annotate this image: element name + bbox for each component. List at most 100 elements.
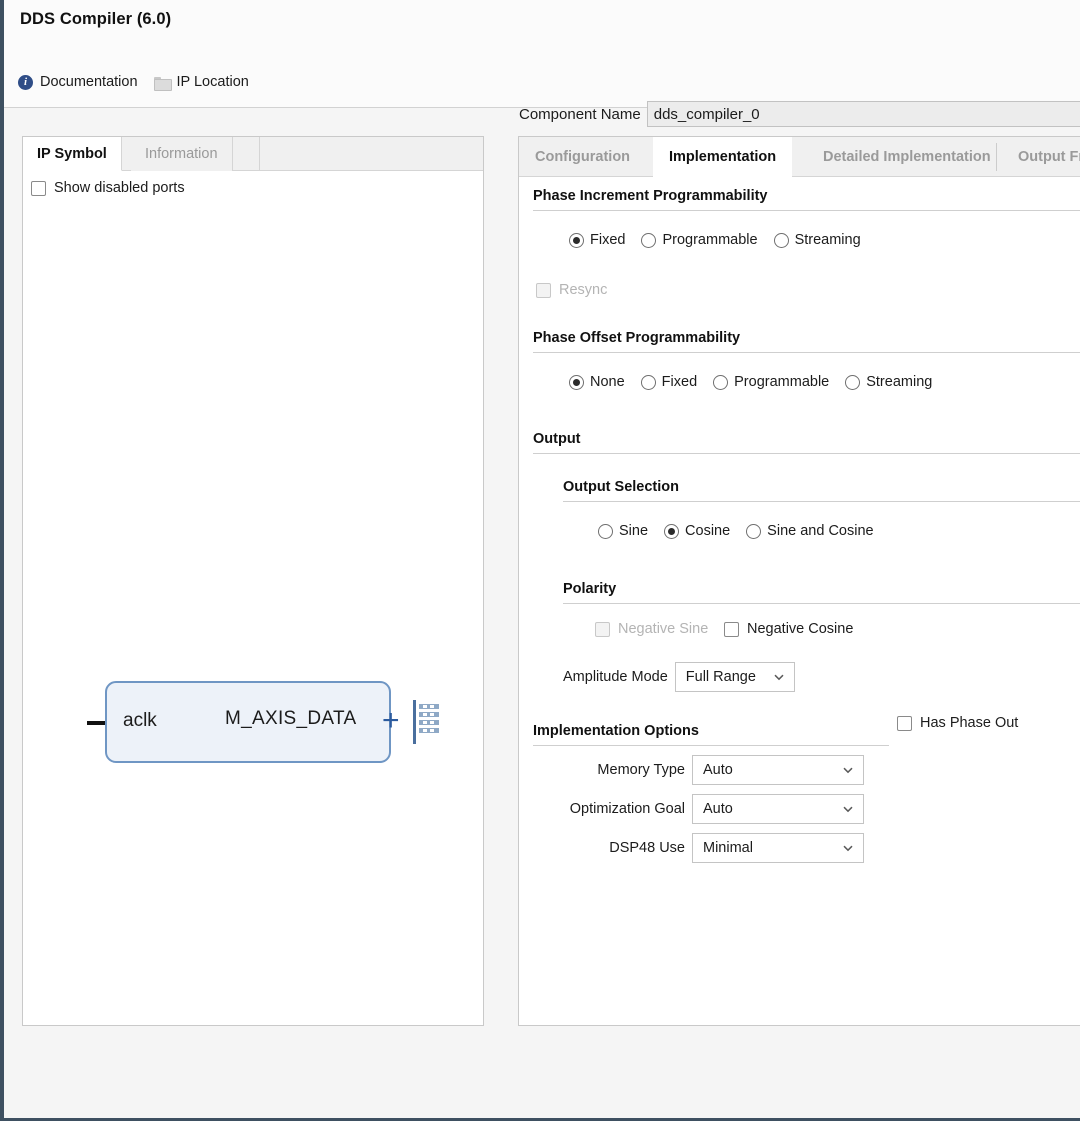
implementation-options-heading: Implementation Options [533, 723, 699, 739]
radio-output-sine-and-cosine[interactable]: Sine and Cosine [746, 523, 873, 539]
show-disabled-ports-row[interactable]: Show disabled ports [31, 180, 185, 196]
info-circle-icon: i [18, 75, 33, 90]
radio-dot-icon [598, 524, 613, 539]
aclk-wire [87, 721, 109, 725]
radio-phase-offset-none[interactable]: None [569, 374, 625, 390]
chevron-down-icon [842, 842, 854, 854]
radio-label: Fixed [662, 374, 697, 390]
polarity-heading: Polarity [563, 581, 616, 597]
radio-label: Sine [619, 523, 648, 539]
negative-sine-checkbox [595, 622, 610, 637]
has-phase-out-label: Has Phase Out [920, 715, 1018, 731]
radio-label: Streaming [866, 374, 932, 390]
tab-divider [996, 143, 997, 171]
radio-phase-offset-programmable[interactable]: Programmable [713, 374, 829, 390]
chevron-down-icon [773, 671, 785, 683]
config-tab-bar: Configuration Implementation Detailed Im… [519, 137, 1080, 177]
radio-dot-icon [569, 375, 584, 390]
symbol-port-aclk: aclk [123, 710, 157, 732]
dsp48-use-value: Minimal [703, 840, 753, 856]
documentation-link[interactable]: i Documentation [18, 74, 138, 90]
ip-location-link-label: IP Location [177, 74, 249, 90]
radio-dot-icon [845, 375, 860, 390]
radio-dot-icon [746, 524, 761, 539]
folder-icon [154, 76, 170, 89]
radio-phase-offset-fixed[interactable]: Fixed [641, 374, 697, 390]
radio-output-sine[interactable]: Sine [598, 523, 648, 539]
memory-type-value: Auto [703, 762, 733, 778]
radio-dot-icon [664, 524, 679, 539]
resync-row: Resync [536, 282, 607, 298]
radio-phase-increment-streaming[interactable]: Streaming [774, 232, 861, 248]
radio-dot-icon [774, 233, 789, 248]
documentation-link-label: Documentation [40, 74, 138, 90]
amplitude-mode-row: Amplitude Mode Full Range [563, 662, 795, 692]
radio-output-cosine[interactable]: Cosine [664, 523, 730, 539]
radio-label: Programmable [662, 232, 757, 248]
dsp48-use-dropdown[interactable]: Minimal [692, 833, 864, 863]
chevron-down-icon [842, 764, 854, 776]
dsp48-use-label: DSP48 Use [563, 840, 685, 856]
tab-configuration[interactable]: Configuration [519, 137, 646, 177]
output-heading: Output [533, 431, 581, 447]
ip-symbol-block [105, 681, 391, 763]
has-phase-out-row[interactable]: Has Phase Out [897, 715, 1018, 731]
optimization-goal-label: Optimization Goal [563, 801, 685, 817]
negative-sine-row: Negative Sine [595, 621, 708, 637]
output-selection-heading: Output Selection [563, 479, 679, 495]
phase-offset-rule [533, 352, 1080, 353]
show-disabled-ports-checkbox[interactable] [31, 181, 46, 196]
phase-offset-heading: Phase Offset Programmability [533, 330, 740, 346]
negative-cosine-checkbox[interactable] [724, 622, 739, 637]
tab-output-freq[interactable]: Output Freq [1002, 137, 1080, 177]
negative-cosine-row[interactable]: Negative Cosine [724, 621, 853, 637]
bus-interface-icon [413, 700, 439, 744]
memory-type-row: Memory Type Auto [563, 755, 864, 785]
radio-label: None [590, 374, 625, 390]
tab-bar-divider [259, 137, 260, 171]
radio-phase-increment-fixed[interactable]: Fixed [569, 232, 625, 248]
radio-phase-offset-streaming[interactable]: Streaming [845, 374, 932, 390]
amplitude-mode-dropdown[interactable]: Full Range [675, 662, 795, 692]
radio-label: Programmable [734, 374, 829, 390]
polarity-rule [563, 603, 1080, 604]
resync-label: Resync [559, 282, 607, 298]
optimization-goal-dropdown[interactable]: Auto [692, 794, 864, 824]
radio-phase-increment-programmable[interactable]: Programmable [641, 232, 757, 248]
radio-dot-icon [713, 375, 728, 390]
phase-increment-heading: Phase Increment Programmability [533, 188, 768, 204]
optimization-goal-value: Auto [703, 801, 733, 817]
phase-offset-radio-group: None Fixed Programmable Streaming [569, 374, 932, 390]
memory-type-dropdown[interactable]: Auto [692, 755, 864, 785]
dialog-body: IP Symbol Information Show disabled port… [4, 108, 1080, 1118]
page-title: DDS Compiler (6.0) [20, 10, 171, 29]
radio-dot-icon [569, 233, 584, 248]
optimization-goal-row: Optimization Goal Auto [563, 794, 864, 824]
tab-information[interactable]: Information [131, 137, 233, 171]
radio-dot-icon [641, 233, 656, 248]
chevron-down-icon [842, 803, 854, 815]
expand-bus-plus-icon[interactable]: + [382, 706, 400, 736]
radio-label: Streaming [795, 232, 861, 248]
phase-increment-rule [533, 210, 1080, 211]
component-name-label: Component Name [519, 106, 641, 123]
show-disabled-ports-label: Show disabled ports [54, 180, 185, 196]
implementation-tab-content: Phase Increment Programmability Fixed Pr… [519, 178, 1080, 1025]
ip-symbol-diagram: aclk M_AXIS_DATA + [23, 137, 483, 1025]
radio-label: Cosine [685, 523, 730, 539]
output-rule [533, 453, 1080, 454]
has-phase-out-checkbox[interactable] [897, 716, 912, 731]
phase-increment-radio-group: Fixed Programmable Streaming [569, 232, 861, 248]
symbol-port-m-axis-data: M_AXIS_DATA [225, 708, 356, 730]
output-selection-radio-group: Sine Cosine Sine and Cosine [598, 523, 874, 539]
ip-location-link[interactable]: IP Location [154, 74, 249, 90]
dsp48-use-row: DSP48 Use Minimal [563, 833, 864, 863]
tab-detailed-implementation[interactable]: Detailed Implementation [807, 137, 1007, 177]
negative-sine-label: Negative Sine [618, 621, 708, 637]
memory-type-label: Memory Type [563, 762, 685, 778]
tab-ip-symbol[interactable]: IP Symbol [23, 137, 122, 171]
radio-label: Sine and Cosine [767, 523, 873, 539]
tab-implementation[interactable]: Implementation [653, 137, 792, 177]
resync-checkbox [536, 283, 551, 298]
component-name-input[interactable] [647, 101, 1080, 127]
